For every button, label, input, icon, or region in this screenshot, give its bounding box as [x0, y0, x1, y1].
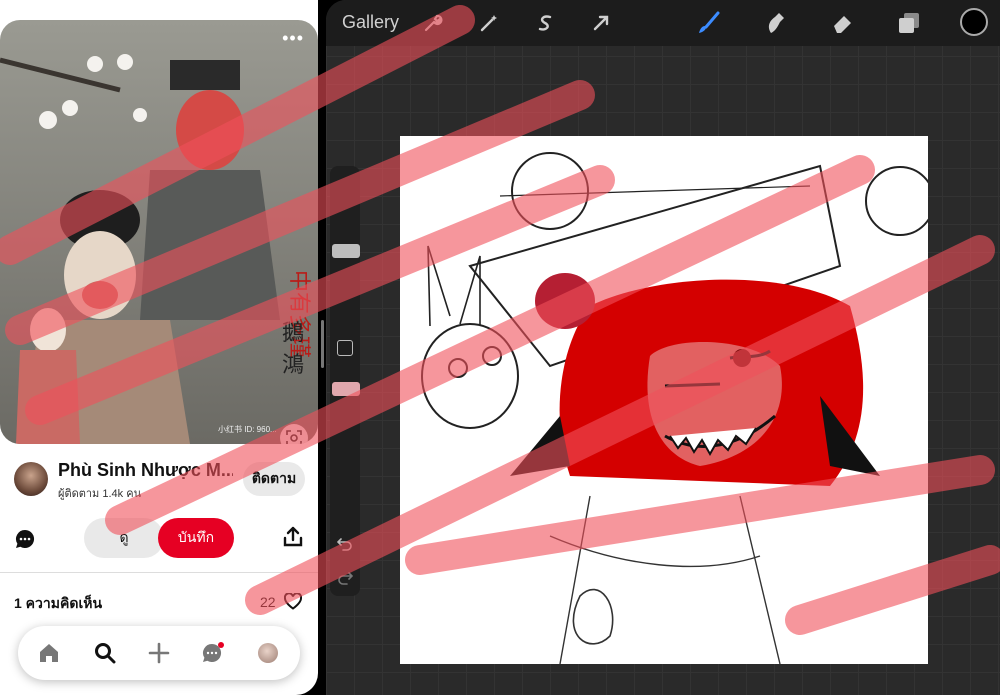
heart-icon[interactable]	[283, 592, 303, 615]
opacity-slider[interactable]	[332, 382, 360, 396]
pin-actions: ดู บันทึก	[0, 516, 318, 564]
comment-icon[interactable]	[14, 528, 36, 555]
visual-search-button[interactable]	[280, 424, 308, 444]
pin-author: Phù Sinh Nhược M... ผู้ติดตาม 1.4k คน ติ…	[0, 446, 318, 516]
chat-icon[interactable]	[200, 640, 226, 666]
split-view-handle[interactable]	[321, 320, 324, 368]
view-button[interactable]: ดู	[84, 518, 164, 558]
pin-more-icon[interactable]: •••	[282, 28, 304, 49]
follower-count: ผู้ติดตาม 1.4k คน	[58, 488, 142, 500]
smudge-icon[interactable]	[762, 10, 788, 36]
status-date: ศ. 1 พ.ย.	[50, 9, 93, 21]
procreate-toolbar: Gallery	[326, 0, 1000, 46]
pin-watermark: 小红书 ID: 960...	[218, 425, 277, 434]
profile-nav[interactable]	[255, 640, 281, 666]
procreate-pane: Gallery	[326, 0, 1000, 695]
undo-icon[interactable]	[336, 536, 353, 557]
comments-heading[interactable]: 1 ความคิดเห็น	[14, 593, 102, 615]
color-picker[interactable]	[960, 8, 988, 36]
drawing-canvas[interactable]	[400, 136, 935, 665]
plus-icon[interactable]	[146, 640, 172, 666]
author-name[interactable]: Phù Sinh Nhược M...	[58, 460, 233, 481]
status-time: 18:25	[14, 5, 42, 17]
author-avatar[interactable]	[14, 462, 48, 496]
divider	[0, 572, 318, 573]
redo-icon[interactable]	[337, 570, 354, 591]
status-bar: 18:25 ศ. 1 พ.ย. •••	[0, 0, 318, 22]
share-icon[interactable]	[282, 526, 304, 553]
modify-button[interactable]	[337, 340, 353, 356]
wrench-icon[interactable]	[420, 10, 446, 36]
pinterest-pane: 18:25 ศ. 1 พ.ย. ••• 中有多瑾 鵝 鴻 ••• 小红书 ID:…	[0, 0, 318, 695]
follow-button[interactable]: ติดตาม	[243, 462, 305, 496]
svg-text:鵝: 鵝	[282, 321, 304, 346]
transform-arrow-icon[interactable]	[588, 10, 614, 36]
gallery-button[interactable]: Gallery	[342, 12, 399, 33]
home-icon[interactable]	[36, 640, 62, 666]
like-count: 22	[260, 594, 276, 610]
pin-artwork: 中有多瑾 鵝 鴻	[0, 20, 318, 444]
svg-text:鴻: 鴻	[282, 353, 304, 378]
magic-wand-icon[interactable]	[476, 10, 502, 36]
bottom-nav	[18, 626, 300, 680]
sketch-artwork	[421, 152, 935, 665]
pin-image[interactable]: 中有多瑾 鵝 鴻 ••• 小红书 ID: 960...	[0, 20, 318, 444]
search-icon[interactable]	[92, 640, 118, 666]
procreate-sidebar	[330, 166, 360, 596]
eraser-icon[interactable]	[830, 10, 856, 36]
selection-icon[interactable]	[532, 10, 558, 36]
brush-icon[interactable]	[696, 10, 722, 36]
save-button[interactable]: บันทึก	[158, 518, 234, 558]
layers-icon[interactable]	[896, 10, 922, 36]
multitask-dots[interactable]: •••	[150, 2, 165, 14]
lens-icon	[286, 430, 302, 444]
avatar	[258, 643, 278, 663]
brush-size-slider[interactable]	[332, 244, 360, 258]
